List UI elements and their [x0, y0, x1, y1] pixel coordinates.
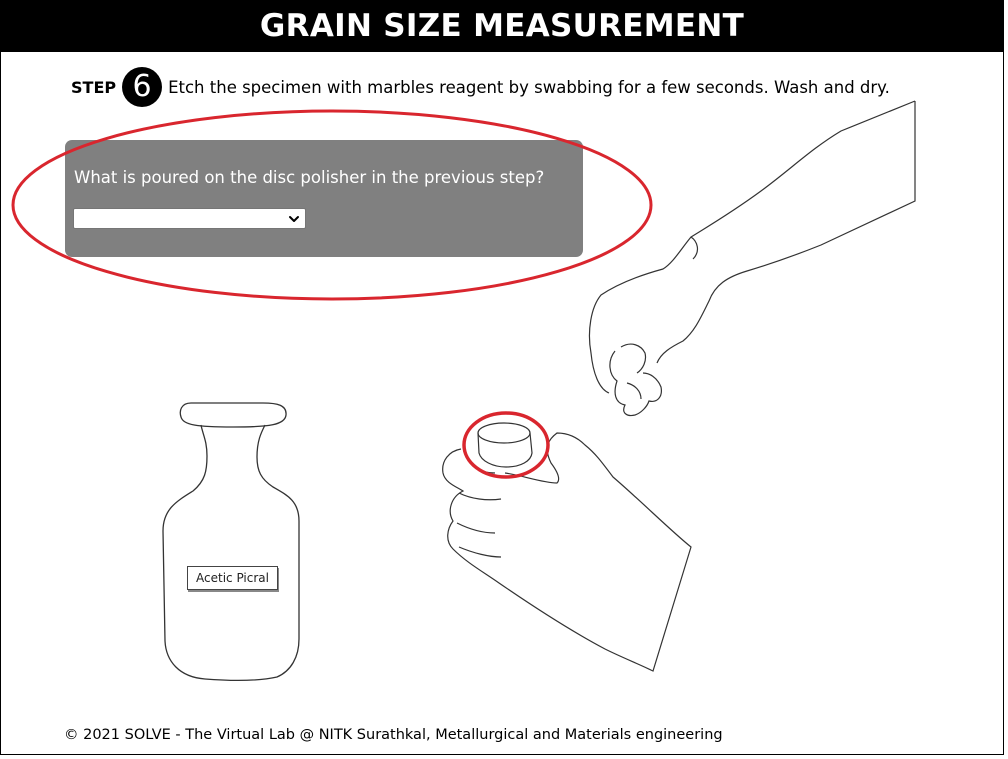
bottle-illustration[interactable] — [162, 402, 300, 681]
footer-copyright: © 2021 SOLVE - The Virtual Lab @ NITK Su… — [64, 727, 723, 743]
hand-holding-specimen-illustration — [442, 422, 692, 672]
scene-illustrations — [11, 100, 916, 681]
quiz-highlight-ellipse — [11, 109, 653, 301]
lab-frame: GRAIN SIZE MEASUREMENT STEP 6 Etch the s… — [0, 0, 1004, 755]
bottle-label: Acetic Picral — [187, 566, 278, 590]
hand-with-swab-illustration — [588, 100, 916, 417]
